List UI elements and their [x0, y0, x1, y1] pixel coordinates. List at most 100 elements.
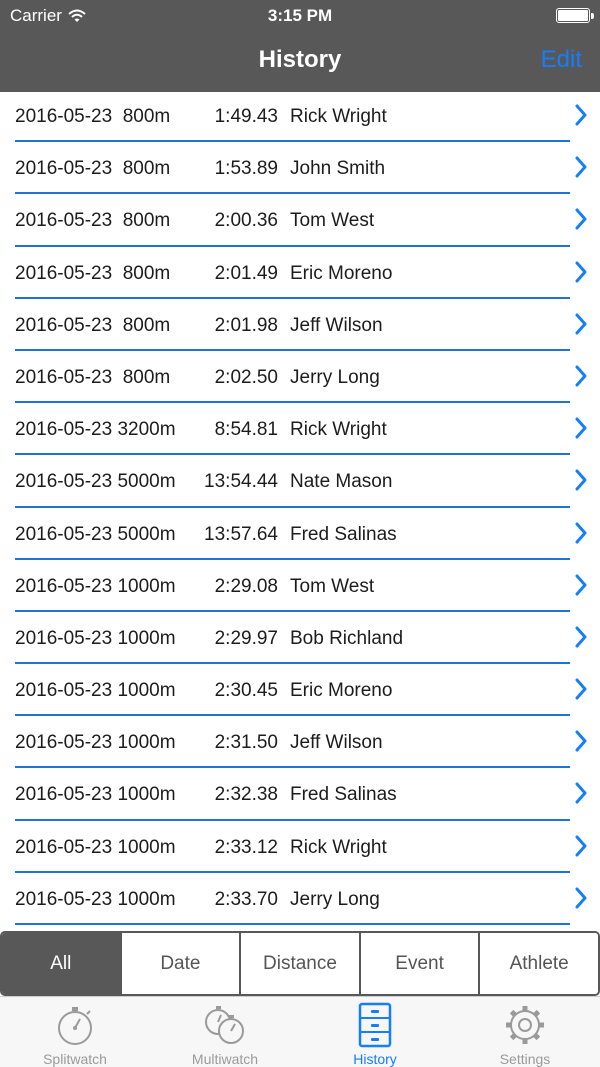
history-row[interactable]: 2016-05-23 1000m 2:33.70 Jerry Long	[0, 875, 600, 927]
row-separator	[15, 923, 570, 925]
row-time: 2:33.12	[214, 836, 278, 858]
row-date: 2016-05-23	[15, 471, 113, 493]
tab-multiwatch[interactable]: Multiwatch	[150, 997, 300, 1067]
row-time: 1:53.89	[214, 158, 278, 180]
row-athlete: Fred Salinas	[290, 523, 397, 545]
tab-bar: Splitwatch Multiwatch History Settings	[0, 996, 600, 1067]
row-date: 2016-05-23	[15, 419, 113, 441]
row-date: 2016-05-23	[15, 680, 113, 702]
status-time: 3:15 PM	[267, 6, 333, 25]
history-row[interactable]: 2016-05-23 800m 2:00.36 Tom West	[0, 196, 600, 248]
row-separator	[15, 348, 570, 351]
history-row[interactable]: 2016-05-23 5000m 13:54.44 Nate Mason	[0, 457, 600, 509]
row-athlete: Bob Richland	[290, 627, 404, 649]
row-athlete: Jeff Wilson	[290, 732, 383, 754]
history-screen: Carrier 3:15 PM History Edit 2016-05-23 8…	[0, 0, 600, 1067]
row-time: 2:31.50	[214, 732, 278, 754]
row-distance: 1000m	[117, 680, 176, 702]
row-time: 1:49.43	[214, 106, 278, 127]
tab-history[interactable]: History	[300, 997, 450, 1067]
row-date: 2016-05-23	[15, 106, 113, 127]
row-time: 2:01.98	[214, 314, 278, 336]
chevron-right-icon	[575, 261, 587, 283]
history-list: 2016-05-23 800m 1:49.43 Rick Wright 2016-05-…	[0, 92, 600, 928]
row-separator	[15, 818, 570, 821]
history-row[interactable]: 2016-05-23 5000m 13:57.64 Fred Salinas	[0, 510, 600, 562]
row-date: 2016-05-23	[15, 158, 113, 180]
tab-label: Multiwatch	[191, 1051, 259, 1067]
row-date: 2016-05-23	[15, 732, 113, 754]
row-athlete: Rick Wright	[290, 836, 387, 858]
chevron-right-icon	[575, 887, 587, 909]
history-row[interactable]: 2016-05-23 1000m 2:30.45 Eric Moreno	[0, 666, 600, 718]
chevron-right-icon	[575, 522, 587, 543]
row-athlete: Jerry Long	[290, 888, 380, 910]
file-cabinet-icon	[358, 1002, 392, 1048]
row-time: 2:02.50	[214, 366, 278, 388]
history-row[interactable]: 2016-05-23 1000m 2:32.38 Fred Salinas	[0, 770, 600, 822]
filter-athlete[interactable]: Athlete	[478, 933, 598, 994]
row-athlete: John Smith	[290, 158, 386, 180]
row-athlete: Tom West	[290, 575, 375, 597]
row-separator	[15, 296, 570, 299]
history-row[interactable]: 2016-05-23 800m 2:01.49 Eric Moreno	[0, 249, 600, 301]
row-time: 13:54.44	[204, 471, 278, 493]
chevron-right-icon	[575, 730, 587, 752]
row-distance: 1000m	[117, 575, 176, 597]
row-distance: 800m	[122, 106, 171, 127]
history-row[interactable]: 2016-05-23 1000m 2:29.97 Bob Richland	[0, 614, 600, 666]
row-separator	[15, 140, 570, 143]
history-row[interactable]: 2016-05-23 800m 1:49.43 Rick Wright	[0, 92, 600, 144]
filter-date[interactable]: Date	[119, 933, 240, 994]
row-distance: 5000m	[117, 523, 176, 545]
row-distance: 800m	[122, 158, 171, 180]
row-time: 2:00.36	[214, 210, 278, 232]
row-athlete: Tom West	[290, 210, 375, 232]
chevron-right-icon	[575, 208, 587, 230]
row-distance: 1000m	[117, 836, 176, 858]
row-athlete: Nate Mason	[290, 471, 393, 493]
row-separator	[15, 401, 570, 404]
tab-splitwatch[interactable]: Splitwatch	[0, 997, 150, 1067]
row-time: 2:01.49	[214, 262, 278, 284]
page-title: History	[258, 46, 342, 73]
chevron-right-icon	[575, 156, 587, 178]
filter-distance[interactable]: Distance	[239, 933, 359, 994]
row-distance: 1000m	[117, 888, 176, 910]
tab-label: Settings	[499, 1051, 551, 1067]
tab-settings[interactable]: Settings	[450, 997, 600, 1067]
row-time: 2:30.45	[214, 680, 278, 702]
row-distance: 3200m	[117, 419, 176, 441]
history-row[interactable]: 2016-05-23 1000m 2:31.50 Jeff Wilson	[0, 718, 600, 770]
row-distance: 800m	[122, 210, 171, 232]
filter-event[interactable]: Event	[358, 933, 479, 994]
row-separator	[15, 192, 570, 195]
row-separator	[15, 453, 570, 456]
stopwatch-icon	[58, 1007, 92, 1045]
row-time: 2:33.70	[214, 888, 278, 910]
chevron-right-icon	[575, 626, 587, 648]
row-date: 2016-05-23	[15, 888, 113, 910]
history-row[interactable]: 2016-05-23 3200m 8:54.81 Rick Wright	[0, 405, 600, 457]
row-date: 2016-05-23	[15, 262, 113, 284]
row-date: 2016-05-23	[15, 627, 113, 649]
row-athlete: Eric Moreno	[290, 262, 393, 284]
chevron-right-icon	[575, 782, 587, 804]
history-row[interactable]: 2016-05-23 1000m 2:33.12 Rick Wright	[0, 823, 600, 875]
edit-button[interactable]: Edit	[541, 46, 582, 74]
chevron-right-icon	[575, 469, 587, 491]
chevron-right-icon	[575, 365, 587, 387]
history-row[interactable]: 2016-05-23 1000m 2:29.08 Tom West	[0, 562, 600, 614]
history-row[interactable]: 2016-05-23 800m 1:53.89 John Smith	[0, 144, 600, 196]
row-date: 2016-05-23	[15, 575, 113, 597]
history-row[interactable]: 2016-05-23 800m 2:01.98 Jeff Wilson	[0, 301, 600, 353]
row-date: 2016-05-23	[15, 366, 113, 388]
chevron-right-icon	[575, 574, 587, 596]
filter-all[interactable]: All	[2, 933, 120, 994]
row-distance: 1000m	[117, 732, 176, 754]
row-distance: 1000m	[117, 627, 176, 649]
row-time: 2:29.08	[214, 575, 278, 597]
tab-label: Splitwatch	[43, 1051, 107, 1067]
history-row[interactable]: 2016-05-23 800m 2:02.50 Jerry Long	[0, 353, 600, 405]
chevron-right-icon	[575, 104, 587, 126]
